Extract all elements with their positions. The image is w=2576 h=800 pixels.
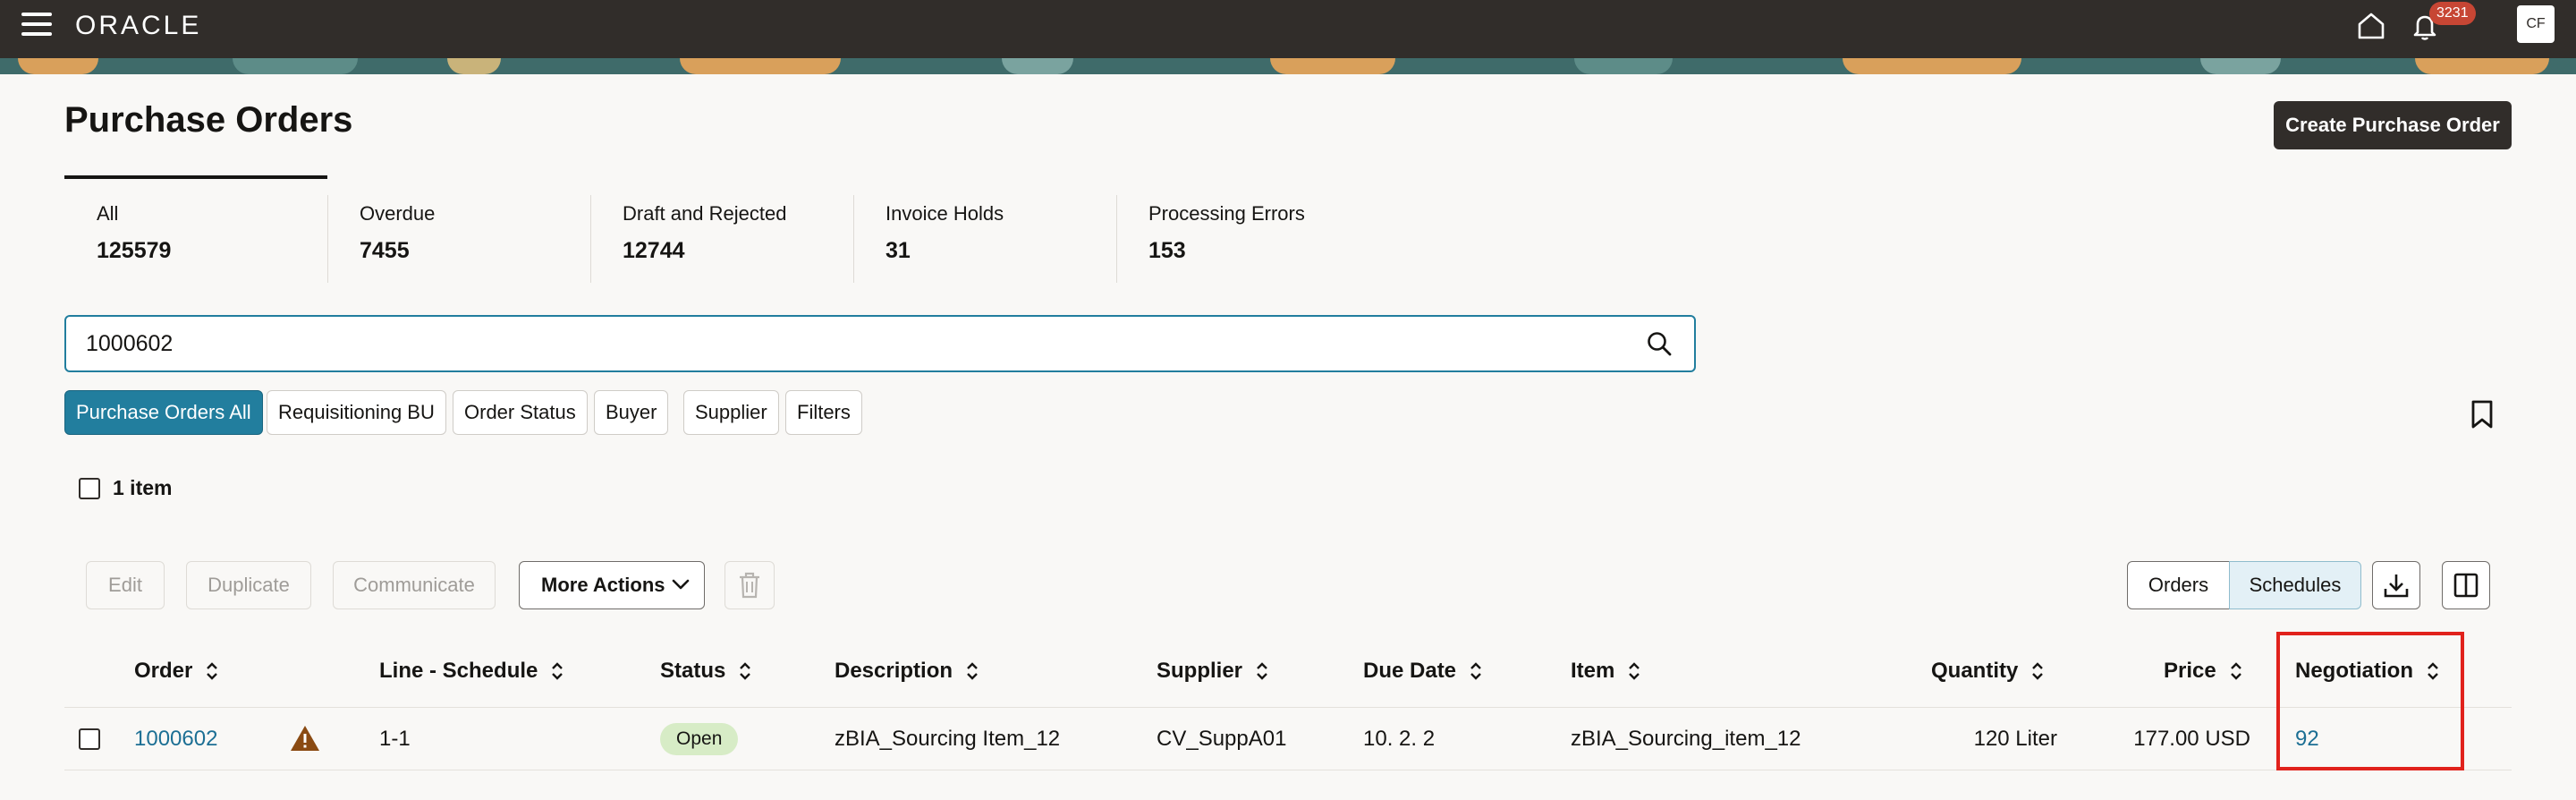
view-orders-toggle[interactable]: Orders bbox=[2127, 561, 2230, 609]
trash-icon bbox=[740, 572, 759, 599]
sort-icon bbox=[967, 662, 978, 680]
column-header-label: Price bbox=[2164, 659, 2216, 683]
view-schedules-toggle[interactable]: Schedules bbox=[2229, 561, 2361, 609]
description-cell: zBIA_Sourcing Item_12 bbox=[835, 727, 1061, 751]
summary-tile-label: All bbox=[97, 202, 119, 225]
home-icon[interactable] bbox=[2356, 11, 2386, 41]
summary-tile-processing-errors[interactable]: Processing Errors 153 bbox=[1116, 195, 1379, 283]
warning-icon[interactable] bbox=[290, 724, 320, 753]
item-cell: zBIA_Sourcing_item_12 bbox=[1571, 727, 1801, 751]
header-banner bbox=[0, 58, 2576, 74]
summary-tile-invoice-holds[interactable]: Invoice Holds 31 bbox=[853, 195, 1116, 283]
column-header-line-schedule[interactable]: Line - Schedule bbox=[379, 657, 564, 685]
status-badge: Open bbox=[660, 723, 739, 755]
columns-button[interactable] bbox=[2442, 561, 2490, 609]
result-count: 1 item bbox=[113, 476, 173, 499]
column-header-price[interactable]: Price bbox=[2164, 657, 2243, 685]
filter-chip-order-status[interactable]: Order Status bbox=[453, 390, 588, 435]
filter-chip-buyer[interactable]: Buyer bbox=[594, 390, 669, 435]
filter-chip-requisitioning-bu[interactable]: Requisitioning BU bbox=[267, 390, 446, 435]
column-header-description[interactable]: Description bbox=[835, 657, 979, 685]
avatar[interactable]: CF bbox=[2517, 5, 2555, 43]
row-checkbox[interactable] bbox=[79, 728, 100, 750]
column-header-label: Order bbox=[134, 659, 193, 683]
summary-tile-count: 7455 bbox=[360, 238, 410, 263]
top-bar: ORACLE 3231 CF bbox=[0, 0, 2576, 58]
summary-tile-count: 31 bbox=[886, 238, 911, 263]
more-actions-label: More Actions bbox=[541, 574, 665, 596]
search-input[interactable] bbox=[86, 317, 1606, 370]
notification-badge: 3231 bbox=[2429, 2, 2476, 25]
columns-icon bbox=[2453, 573, 2479, 598]
menu-icon[interactable] bbox=[21, 13, 52, 38]
more-actions-button[interactable]: More Actions bbox=[519, 561, 705, 609]
sort-icon bbox=[1629, 662, 1640, 680]
column-header-label: Status bbox=[660, 659, 726, 683]
divider bbox=[64, 707, 2512, 708]
supplier-cell: CV_SuppA01 bbox=[1157, 727, 1287, 751]
create-purchase-order-button[interactable]: Create Purchase Order bbox=[2274, 101, 2512, 149]
sort-icon bbox=[207, 662, 218, 680]
column-header-supplier[interactable]: Supplier bbox=[1157, 657, 1269, 685]
summary-tile-label: Overdue bbox=[360, 202, 436, 225]
sort-icon bbox=[2230, 662, 2241, 680]
export-button[interactable] bbox=[2372, 561, 2420, 609]
column-header-status[interactable]: Status bbox=[660, 657, 752, 685]
selected-tile-indicator bbox=[64, 175, 327, 179]
sort-icon bbox=[1257, 662, 1267, 680]
sort-icon bbox=[2428, 662, 2438, 680]
summary-tile-label: Processing Errors bbox=[1148, 202, 1305, 225]
negotiation-link[interactable]: 92 bbox=[2295, 725, 2319, 753]
chevron-down-icon bbox=[672, 579, 690, 590]
column-header-quantity[interactable]: Quantity bbox=[1931, 657, 2045, 685]
sort-icon bbox=[552, 662, 564, 680]
filter-chip-filters[interactable]: Filters bbox=[785, 390, 862, 435]
price-cell: 177.00 USD bbox=[2133, 727, 2250, 751]
order-number-link[interactable]: 1000602 bbox=[134, 725, 217, 753]
column-header-item[interactable]: Item bbox=[1571, 657, 1641, 685]
delete-button[interactable] bbox=[724, 561, 775, 609]
search-box bbox=[64, 315, 1696, 372]
search-icon[interactable] bbox=[1646, 330, 1673, 357]
column-header-negotiation[interactable]: Negotiation bbox=[2295, 657, 2440, 685]
summary-tile-all[interactable]: All 125579 bbox=[64, 195, 327, 283]
column-header-label: Due Date bbox=[1363, 659, 1457, 683]
filter-chip-purchase-orders-all[interactable]: Purchase Orders All bbox=[64, 390, 263, 435]
quantity-cell: 120 Liter bbox=[1973, 727, 2057, 751]
sort-icon bbox=[740, 662, 751, 680]
column-header-label: Description bbox=[835, 659, 953, 683]
line-schedule-cell: 1-1 bbox=[379, 727, 411, 751]
column-header-order[interactable]: Order bbox=[134, 657, 219, 685]
bookmark-icon[interactable] bbox=[2469, 399, 2496, 430]
column-header-label: Item bbox=[1571, 659, 1615, 683]
summary-tile-draft-rejected[interactable]: Draft and Rejected 12744 bbox=[590, 195, 853, 283]
column-header-due-date[interactable]: Due Date bbox=[1363, 657, 1483, 685]
page-title: Purchase Orders bbox=[64, 100, 353, 140]
summary-tile-count: 12744 bbox=[623, 238, 685, 263]
communicate-button[interactable]: Communicate bbox=[333, 561, 496, 609]
summary-tile-count: 153 bbox=[1148, 238, 1186, 263]
oracle-logo[interactable]: ORACLE bbox=[75, 11, 201, 41]
filter-chip-supplier[interactable]: Supplier bbox=[683, 390, 779, 435]
summary-tile-label: Draft and Rejected bbox=[623, 202, 787, 225]
summary-tile-label: Invoice Holds bbox=[886, 202, 1004, 225]
summary-tile-overdue[interactable]: Overdue 7455 bbox=[327, 195, 590, 283]
sort-icon bbox=[2032, 662, 2044, 680]
duplicate-button[interactable]: Duplicate bbox=[186, 561, 311, 609]
due-date-cell: 10. 2. 2 bbox=[1363, 727, 1436, 751]
column-header-label: Supplier bbox=[1157, 659, 1243, 683]
download-icon bbox=[2384, 574, 2409, 598]
select-all-checkbox[interactable] bbox=[79, 478, 100, 499]
sort-icon bbox=[1470, 662, 1481, 680]
column-header-label: Quantity bbox=[1931, 659, 2019, 683]
edit-button[interactable]: Edit bbox=[86, 561, 165, 609]
column-header-label: Line - Schedule bbox=[379, 659, 538, 683]
summary-tile-count: 125579 bbox=[97, 238, 172, 263]
column-header-label: Negotiation bbox=[2295, 659, 2413, 683]
